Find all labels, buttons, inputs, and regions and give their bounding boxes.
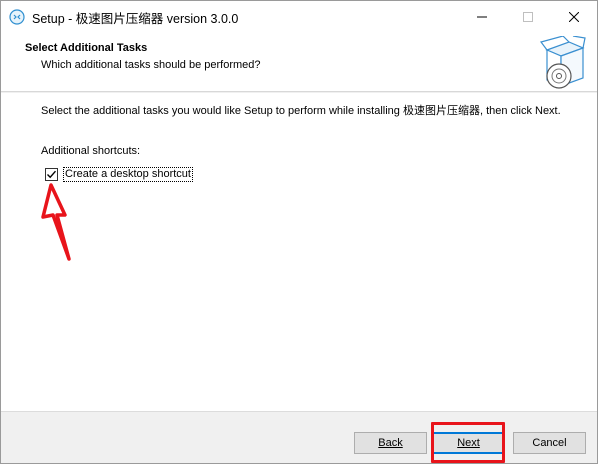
installer-box-cd-icon <box>539 36 586 89</box>
close-icon <box>569 11 579 22</box>
desktop-shortcut-option[interactable]: Create a desktop shortcut <box>45 166 193 182</box>
button-bar: Back Next Cancel <box>1 411 597 463</box>
wizard-header: Select Additional Tasks Which additional… <box>1 32 597 92</box>
page-title: Select Additional Tasks <box>25 42 148 54</box>
task-description: Select the additional tasks you would li… <box>41 105 561 117</box>
annotation-arrow-icon <box>41 183 71 261</box>
window-title: Setup - 极速图片压缩器 version 3.0.0 <box>32 12 239 26</box>
checkmark-icon <box>47 170 57 178</box>
desktop-shortcut-checkbox[interactable] <box>45 167 58 181</box>
back-button-label: Back <box>378 437 403 449</box>
close-button[interactable] <box>551 1 597 32</box>
minimize-button[interactable] <box>459 1 505 32</box>
wizard-content: Select the additional tasks you would li… <box>1 93 597 411</box>
cancel-button-label: Cancel <box>532 437 567 449</box>
desktop-shortcut-label: Create a desktop shortcut <box>63 166 193 182</box>
shortcuts-group-label: Additional shortcuts: <box>41 145 141 157</box>
annotation-highlight-box <box>431 422 505 463</box>
setup-window: Setup - 极速图片压缩器 version 3.0.0 Select Add… <box>0 0 598 464</box>
cancel-button[interactable]: Cancel <box>513 432 586 454</box>
title-bar: Setup - 极速图片压缩器 version 3.0.0 <box>1 1 597 32</box>
back-button[interactable]: Back <box>354 432 427 454</box>
app-icon <box>9 9 25 25</box>
maximize-button[interactable] <box>505 1 551 32</box>
maximize-icon <box>523 11 533 22</box>
minimize-icon <box>477 16 487 17</box>
page-subtitle: Which additional tasks should be perform… <box>41 59 261 71</box>
